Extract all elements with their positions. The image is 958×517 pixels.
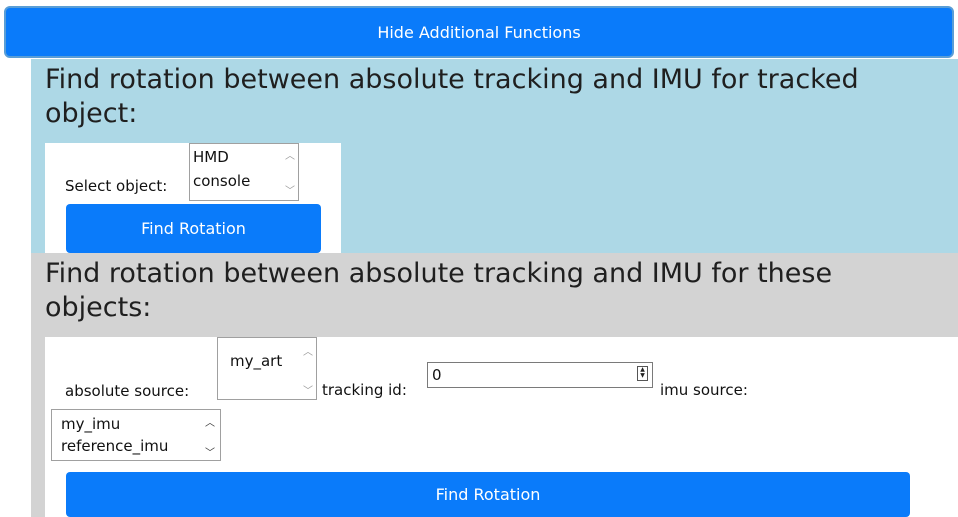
- tracking-id-label: tracking id:: [322, 381, 407, 399]
- these-objects-section: Find rotation between absolute tracking …: [31, 253, 958, 517]
- scroll-down-icon[interactable]: ﹀: [205, 444, 215, 459]
- listbox-option[interactable]: my_art: [230, 352, 282, 370]
- find-rotation-button[interactable]: Find Rotation: [66, 204, 321, 253]
- hide-additional-functions-button[interactable]: Hide Additional Functions: [4, 6, 954, 58]
- scroll-up-icon[interactable]: ︿: [205, 414, 215, 429]
- imu-source-label: imu source:: [660, 381, 748, 399]
- these-objects-form: absolute source: my_art ︿ ﹀ tracking id:…: [45, 337, 958, 517]
- select-object-listbox[interactable]: HMD console ︿ ﹀: [189, 143, 299, 201]
- imu-source-listbox[interactable]: my_imu reference_imu ︿ ﹀: [51, 409, 221, 461]
- scroll-down-icon[interactable]: ﹀: [303, 382, 313, 397]
- tracked-object-form: Select object: HMD console ︿ ﹀ Find Rota…: [45, 143, 341, 253]
- absolute-source-listbox[interactable]: my_art ︿ ﹀: [217, 337, 317, 400]
- tracked-object-section: Find rotation between absolute tracking …: [31, 59, 958, 253]
- tracking-id-input[interactable]: 0 ▲ ▼: [427, 362, 653, 388]
- these-objects-heading: Find rotation between absolute tracking …: [45, 258, 833, 323]
- scroll-up-icon[interactable]: ︿: [303, 343, 313, 358]
- tracked-object-heading: Find rotation between absolute tracking …: [45, 64, 859, 129]
- scroll-up-icon[interactable]: ︿: [285, 147, 295, 162]
- spinner-icon[interactable]: ▲ ▼: [637, 366, 648, 381]
- listbox-option[interactable]: console: [193, 172, 250, 190]
- find-rotation-objects-button[interactable]: Find Rotation: [66, 472, 910, 517]
- listbox-option[interactable]: HMD: [193, 148, 229, 166]
- absolute-source-label: absolute source:: [65, 382, 190, 400]
- tracking-id-value: 0: [432, 366, 442, 384]
- scroll-down-icon[interactable]: ﹀: [285, 182, 295, 197]
- listbox-option[interactable]: my_imu: [61, 415, 120, 433]
- listbox-option[interactable]: reference_imu: [61, 437, 168, 455]
- select-object-label: Select object:: [65, 177, 168, 195]
